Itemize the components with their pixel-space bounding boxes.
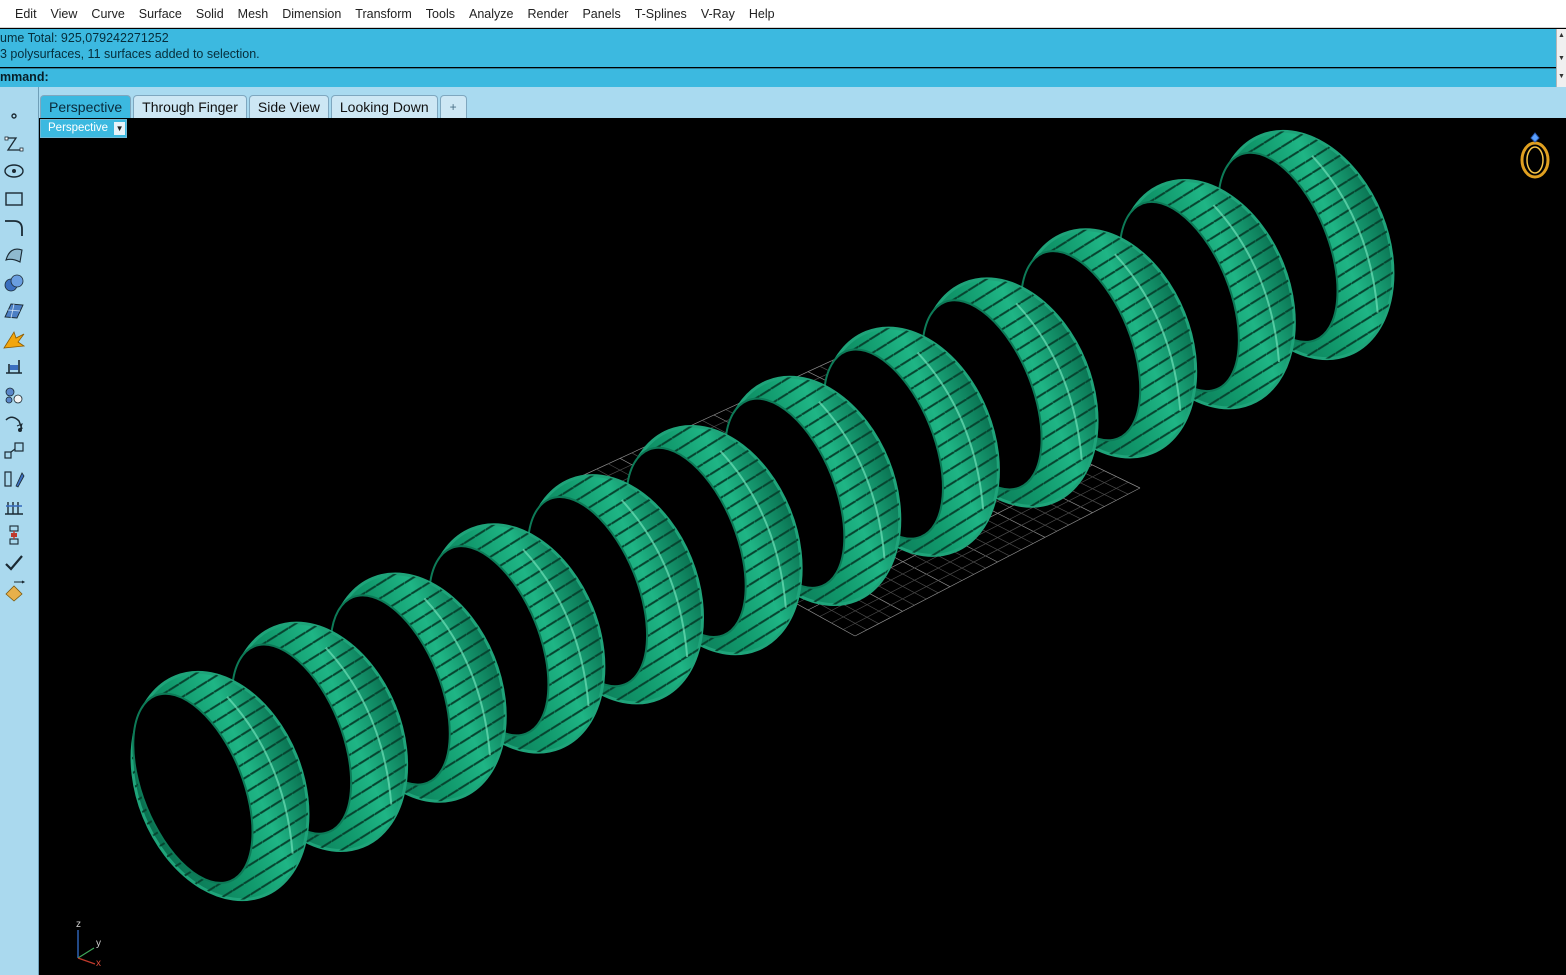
mesh-icon[interactable] xyxy=(2,300,26,322)
scroll-up-icon[interactable]: ▲ xyxy=(1558,32,1565,40)
menu-help[interactable]: Help xyxy=(742,0,782,28)
menu-tsplines[interactable]: T-Splines xyxy=(628,0,694,28)
menu-mesh[interactable]: Mesh xyxy=(231,0,276,28)
scroll-end-icon[interactable]: ▼ xyxy=(1558,73,1565,81)
polyline-icon[interactable] xyxy=(2,133,26,155)
menu-edit[interactable]: Edit xyxy=(8,0,44,28)
tab-through-finger[interactable]: Through Finger xyxy=(133,95,247,118)
check-icon[interactable] xyxy=(2,552,26,574)
menu-dimension[interactable]: Dimension xyxy=(275,0,348,28)
left-toolbar xyxy=(0,87,39,975)
menu-render[interactable]: Render xyxy=(520,0,575,28)
tab-perspective[interactable]: Perspective xyxy=(40,95,132,118)
chevron-down-icon[interactable]: ▼ xyxy=(114,122,126,135)
history-line-volume: ume Total: 925,079242271252 xyxy=(0,31,169,45)
explode-icon[interactable] xyxy=(2,328,26,350)
viewport-title: Perspective xyxy=(48,122,109,134)
ring-array xyxy=(130,129,1395,902)
viewport-perspective[interactable]: Perspective ▼ z y x xyxy=(40,118,1566,975)
surface-icon[interactable] xyxy=(2,244,26,266)
command-label: mmand: xyxy=(0,70,49,84)
menu-transform[interactable]: Transform xyxy=(348,0,419,28)
tab-looking-down[interactable]: Looking Down xyxy=(330,95,438,118)
menu-panels[interactable]: Panels xyxy=(575,0,627,28)
rotate-icon[interactable] xyxy=(2,412,26,434)
history-scrollbar[interactable]: ▲ ▼ ▼ xyxy=(1556,29,1566,87)
menu-analyze[interactable]: Analyze xyxy=(462,0,520,28)
mirror-icon[interactable] xyxy=(2,468,26,490)
menu-vray[interactable]: V-Ray xyxy=(694,0,742,28)
menu-surface[interactable]: Surface xyxy=(132,0,189,28)
menu-view[interactable]: View xyxy=(44,0,85,28)
viewport-tabs: Perspective Through Finger Side View Loo… xyxy=(40,93,469,118)
array-icon[interactable] xyxy=(2,384,26,406)
render-icon[interactable] xyxy=(2,580,26,602)
curve-fillet-icon[interactable] xyxy=(2,216,26,238)
command-input[interactable] xyxy=(50,70,1544,87)
command-history: ume Total: 925,079242271252 3 polysurfac… xyxy=(0,29,1556,67)
axis-x-label: x xyxy=(96,958,101,968)
menu-bar: Edit View Curve Surface Solid Mesh Dimen… xyxy=(0,0,1566,28)
viewport-title-button[interactable]: Perspective ▼ xyxy=(40,119,128,138)
scroll-down-icon[interactable]: ▼ xyxy=(1558,55,1565,63)
menu-curve[interactable]: Curve xyxy=(84,0,131,28)
plus-icon: + xyxy=(449,100,457,114)
gumball-icon[interactable] xyxy=(2,524,26,546)
command-line: mmand: xyxy=(0,68,1556,87)
menu-solid[interactable]: Solid xyxy=(189,0,231,28)
viewport-tab-band: Perspective Through Finger Side View Loo… xyxy=(0,87,1566,118)
add-viewport-tab-button[interactable]: + xyxy=(439,95,467,118)
menu-tools[interactable]: Tools xyxy=(419,0,462,28)
solid-sphere-icon[interactable] xyxy=(2,272,26,294)
circle-icon[interactable] xyxy=(2,160,26,182)
distribute-icon[interactable] xyxy=(2,496,26,518)
point-icon[interactable] xyxy=(2,105,26,127)
rectangle-icon[interactable] xyxy=(2,188,26,210)
world-axis-icon: z y x xyxy=(76,919,101,968)
dimension-icon[interactable] xyxy=(2,356,26,378)
history-line-selection: 3 polysurfaces, 11 surfaces added to sel… xyxy=(0,47,260,61)
model-scene xyxy=(130,129,1395,902)
tab-side-view[interactable]: Side View xyxy=(248,95,329,118)
axis-z-label: z xyxy=(76,919,81,930)
ring-navigation-icon[interactable] xyxy=(1515,130,1555,180)
axis-y-label: y xyxy=(96,938,101,949)
scale-icon[interactable] xyxy=(2,440,26,462)
